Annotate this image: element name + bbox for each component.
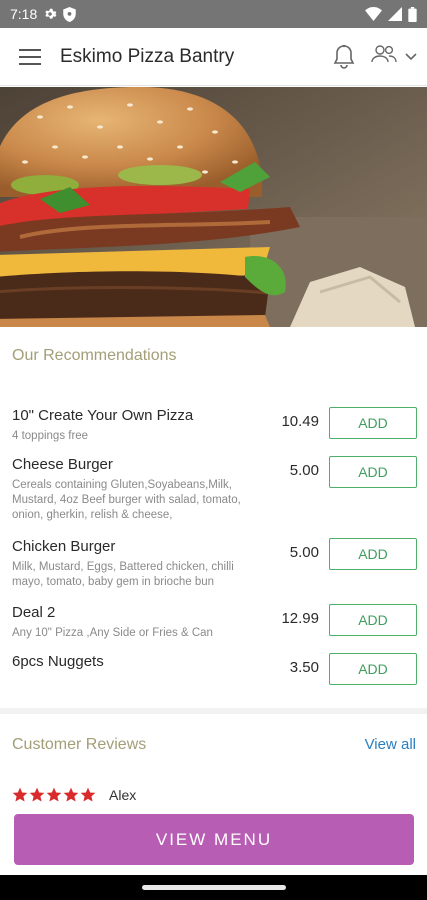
star-icon [12, 787, 28, 802]
item-name: 10" Create Your Own Pizza [12, 407, 194, 424]
signal-icon [388, 7, 402, 21]
view-menu-button[interactable]: VIEW MENU [14, 814, 414, 865]
settings-gear-icon [43, 7, 57, 21]
item-price: 5.00 [289, 544, 319, 561]
wifi-icon [365, 7, 382, 21]
item-description: Any 10" Pizza ,Any Side or Fries & Can [12, 627, 213, 639]
battery-icon [408, 6, 417, 22]
item-name: 6pcs Nuggets [12, 653, 104, 670]
add-button[interactable]: ADD [329, 407, 417, 439]
shield-icon [63, 6, 76, 22]
add-button[interactable]: ADD [329, 653, 417, 685]
add-button[interactable]: ADD [329, 456, 417, 488]
review-item: Alex [12, 787, 136, 803]
star-icon [29, 787, 45, 802]
item-name: Chicken Burger [12, 538, 116, 555]
item-price: 12.99 [281, 610, 319, 627]
chevron-down-icon [405, 48, 417, 66]
item-price: 10.49 [281, 413, 319, 430]
star-icon [80, 787, 96, 802]
section-divider [0, 708, 427, 714]
hero-burger-image [0, 87, 427, 327]
status-left: 7:18 [10, 6, 76, 22]
item-description: Milk, Mustard, Eggs, Battered chicken, c… [12, 561, 234, 588]
home-gesture-handle[interactable] [141, 885, 286, 890]
profile-menu-button[interactable] [361, 37, 427, 77]
recommendations-title: Our Recommendations [12, 347, 177, 364]
add-button[interactable]: ADD [329, 538, 417, 570]
reviewer-name: Alex [109, 787, 137, 803]
status-bar: 7:18 [0, 0, 427, 28]
status-right [365, 6, 417, 22]
item-description: Cereals containing Gluten,Soyabeans,Milk… [12, 479, 241, 521]
item-description: 4 toppings free [12, 430, 89, 442]
add-button[interactable]: ADD [329, 604, 417, 636]
item-name: Cheese Burger [12, 456, 113, 473]
reviews-title: Customer Reviews [12, 736, 147, 753]
app-title: Eskimo Pizza Bantry [60, 45, 235, 67]
hamburger-menu-icon[interactable] [0, 28, 60, 86]
notification-bell-icon[interactable] [327, 37, 361, 77]
item-name: Deal 2 [12, 604, 56, 621]
item-price: 5.00 [289, 462, 319, 479]
star-rating [12, 787, 96, 803]
star-icon [46, 787, 62, 802]
system-navigation-bar [0, 875, 427, 900]
item-price: 3.50 [289, 659, 319, 676]
view-all-link[interactable]: View all [365, 736, 416, 753]
app-bar: Eskimo Pizza Bantry [0, 28, 427, 86]
user-group-icon [371, 45, 397, 68]
star-icon [63, 787, 79, 802]
status-time: 7:18 [10, 6, 38, 22]
